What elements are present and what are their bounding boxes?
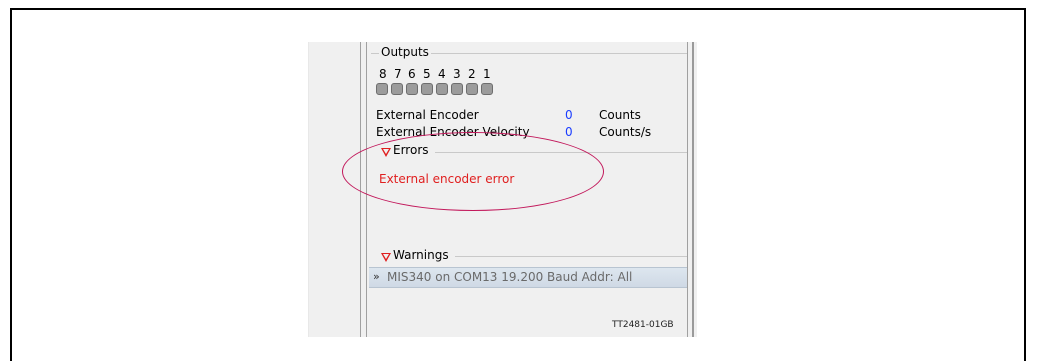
warnings-group-title[interactable]: Warnings [393, 248, 449, 262]
output-channel-label-7: 7 [394, 67, 402, 81]
right-divider-edge [692, 42, 694, 337]
external-encoder-unit: Counts [599, 108, 641, 122]
figure-code: TT2481-01GB [612, 320, 674, 330]
right-divider [687, 42, 688, 337]
status-bar-text: MIS340 on COM13 19.200 Baud Addr: All [387, 270, 633, 284]
external-encoder-velocity-unit: Counts/s [599, 125, 652, 139]
outputs-group-line-right [431, 53, 687, 54]
output-led-5[interactable] [421, 83, 433, 95]
output-led-8[interactable] [376, 83, 388, 95]
double-chevron-down-icon[interactable]: » [373, 270, 380, 283]
highlight-ellipse [342, 132, 604, 211]
output-channel-label-6: 6 [408, 67, 416, 81]
output-channel-label-3: 3 [453, 67, 461, 81]
output-led-6[interactable] [406, 83, 418, 95]
output-channel-label-2: 2 [468, 67, 476, 81]
external-encoder-label: External Encoder [376, 108, 479, 122]
output-channel-label-5: 5 [423, 67, 431, 81]
output-led-2[interactable] [466, 83, 478, 95]
external-encoder-velocity-value: 0 [565, 125, 573, 139]
output-led-1[interactable] [481, 83, 493, 95]
output-channel-label-1: 1 [483, 67, 491, 81]
outputs-group-line-left [371, 53, 379, 54]
output-led-3[interactable] [451, 83, 463, 95]
output-led-4[interactable] [436, 83, 448, 95]
output-channel-label-4: 4 [438, 67, 446, 81]
warnings-group-line [455, 256, 687, 257]
external-encoder-value: 0 [565, 108, 573, 122]
output-led-7[interactable] [391, 83, 403, 95]
outputs-group-title: Outputs [381, 45, 429, 59]
status-bar: » MIS340 on COM13 19.200 Baud Addr: All [369, 267, 687, 288]
output-channel-label-8: 8 [379, 67, 387, 81]
warnings-collapse-triangle-icon[interactable] [381, 253, 391, 262]
